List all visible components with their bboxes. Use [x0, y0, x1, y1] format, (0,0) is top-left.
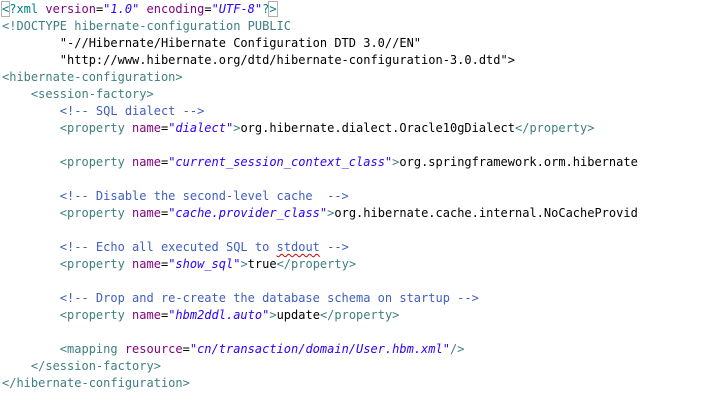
code-token: ?xml	[9, 2, 46, 16]
code-token: <!-- Drop and re-create the database sch…	[59, 291, 479, 305]
code-line[interactable]	[2, 273, 638, 290]
code-line[interactable]	[2, 171, 638, 188]
code-token: <hibernate-configuration>	[2, 70, 183, 84]
code-token: <!-- Disable the second-level cache -->	[59, 189, 349, 203]
code-token: </property>	[276, 257, 357, 271]
code-token: name	[132, 257, 161, 271]
code-token: =	[204, 2, 212, 16]
code-line[interactable]	[2, 324, 638, 341]
code-token: <property	[59, 121, 133, 135]
code-token: />	[449, 342, 465, 356]
code-token: <session-factory>	[30, 87, 154, 101]
code-token: org.hibernate.dialect.Oracle10gDialect	[240, 121, 515, 135]
code-line[interactable]: <!-- Drop and re-create the database sch…	[2, 290, 638, 307]
code-token: <mapping	[59, 342, 125, 356]
code-token: "http://www.hibernate.org/dtd/hibernate-…	[59, 53, 515, 67]
code-token: </session-factory>	[30, 359, 161, 373]
code-line[interactable]: <mapping resource="cn/transaction/domain…	[2, 341, 638, 358]
code-line[interactable]: <!-- Echo all executed SQL to stdout -->	[2, 239, 638, 256]
code-token: name	[132, 121, 161, 135]
code-token: <property	[59, 308, 133, 322]
code-line[interactable]: <!-- Disable the second-level cache -->	[2, 188, 638, 205]
code-token: "cache.provider_class"	[168, 206, 328, 220]
code-token: >	[269, 308, 277, 322]
code-line[interactable]: "http://www.hibernate.org/dtd/hibernate-…	[2, 52, 638, 69]
code-token: =	[182, 342, 190, 356]
code-line[interactable]: <!DOCTYPE hibernate-configuration PUBLIC	[2, 18, 638, 35]
code-line[interactable]: <hibernate-configuration>	[2, 69, 638, 86]
code-line[interactable]: <property name="show_sql">true</property…	[2, 256, 638, 273]
code-token: version	[45, 2, 96, 16]
code-token: org.hibernate.cache.internal.NoCacheProv…	[334, 206, 638, 220]
code-line[interactable]: <?xml version="1.0" encoding="UTF-8"?>	[0, 1, 638, 18]
code-line[interactable]: "-//Hibernate/Hibernate Configuration DT…	[2, 35, 638, 52]
code-token: "show_sql"	[168, 257, 241, 271]
code-line[interactable]	[2, 222, 638, 239]
code-line[interactable]: <!-- SQL dialect -->	[2, 103, 638, 120]
code-line[interactable]	[2, 137, 638, 154]
code-token: "-//Hibernate/Hibernate Configuration DT…	[59, 36, 422, 50]
code-token: PUBLIC	[247, 19, 291, 33]
code-line[interactable]: </session-factory>	[2, 358, 638, 375]
code-token: name	[132, 206, 161, 220]
code-token: "hbm2ddl.auto"	[168, 308, 270, 322]
code-token: name	[132, 308, 161, 322]
code-token: "cn/transaction/domain/User.hbm.xml"	[189, 342, 450, 356]
code-token: <property	[59, 206, 133, 220]
code-line[interactable]: <property name="dialect">org.hibernate.d…	[2, 120, 638, 137]
code-token: true	[247, 257, 277, 271]
code-area[interactable]: <?xml version="1.0" encoding="UTF-8"?> <!…	[0, 1, 638, 392]
code-token: -->	[319, 240, 349, 254]
code-line[interactable]: <property name="current_session_context_…	[2, 154, 638, 171]
code-token: <!DOCTYPE hibernate-configuration	[2, 19, 248, 33]
code-token: </property>	[319, 308, 400, 322]
code-token: "dialect"	[168, 121, 234, 135]
xml-editor[interactable]: <?xml version="1.0" encoding="UTF-8"?> <!…	[0, 0, 705, 409]
code-token: stdout	[276, 240, 320, 254]
code-token: <property	[59, 155, 133, 169]
code-token: "1.0"	[103, 2, 140, 16]
code-token: </hibernate-configuration>	[2, 376, 190, 390]
code-token: org.springframework.orm.hibernate	[399, 155, 638, 169]
code-line[interactable]: </hibernate-configuration>	[2, 375, 638, 392]
code-token: "UTF-8"	[211, 2, 263, 16]
code-line[interactable]: <property name="hbm2ddl.auto">update</pr…	[2, 307, 638, 324]
code-token: name	[132, 155, 161, 169]
code-token: resource	[124, 342, 183, 356]
code-token: >	[268, 1, 278, 17]
code-token: update	[276, 308, 320, 322]
code-token: "current_session_context_class"	[168, 155, 393, 169]
code-token: >	[240, 257, 248, 271]
code-token: <!-- Echo all executed SQL to	[59, 240, 277, 254]
code-token: <!-- SQL dialect -->	[59, 104, 205, 118]
code-token: </property>	[515, 121, 595, 135]
code-line[interactable]: <property name="cache.provider_class">or…	[2, 205, 638, 222]
code-token: <property	[59, 257, 133, 271]
code-token: encoding	[146, 2, 205, 16]
code-line[interactable]: <session-factory>	[2, 86, 638, 103]
